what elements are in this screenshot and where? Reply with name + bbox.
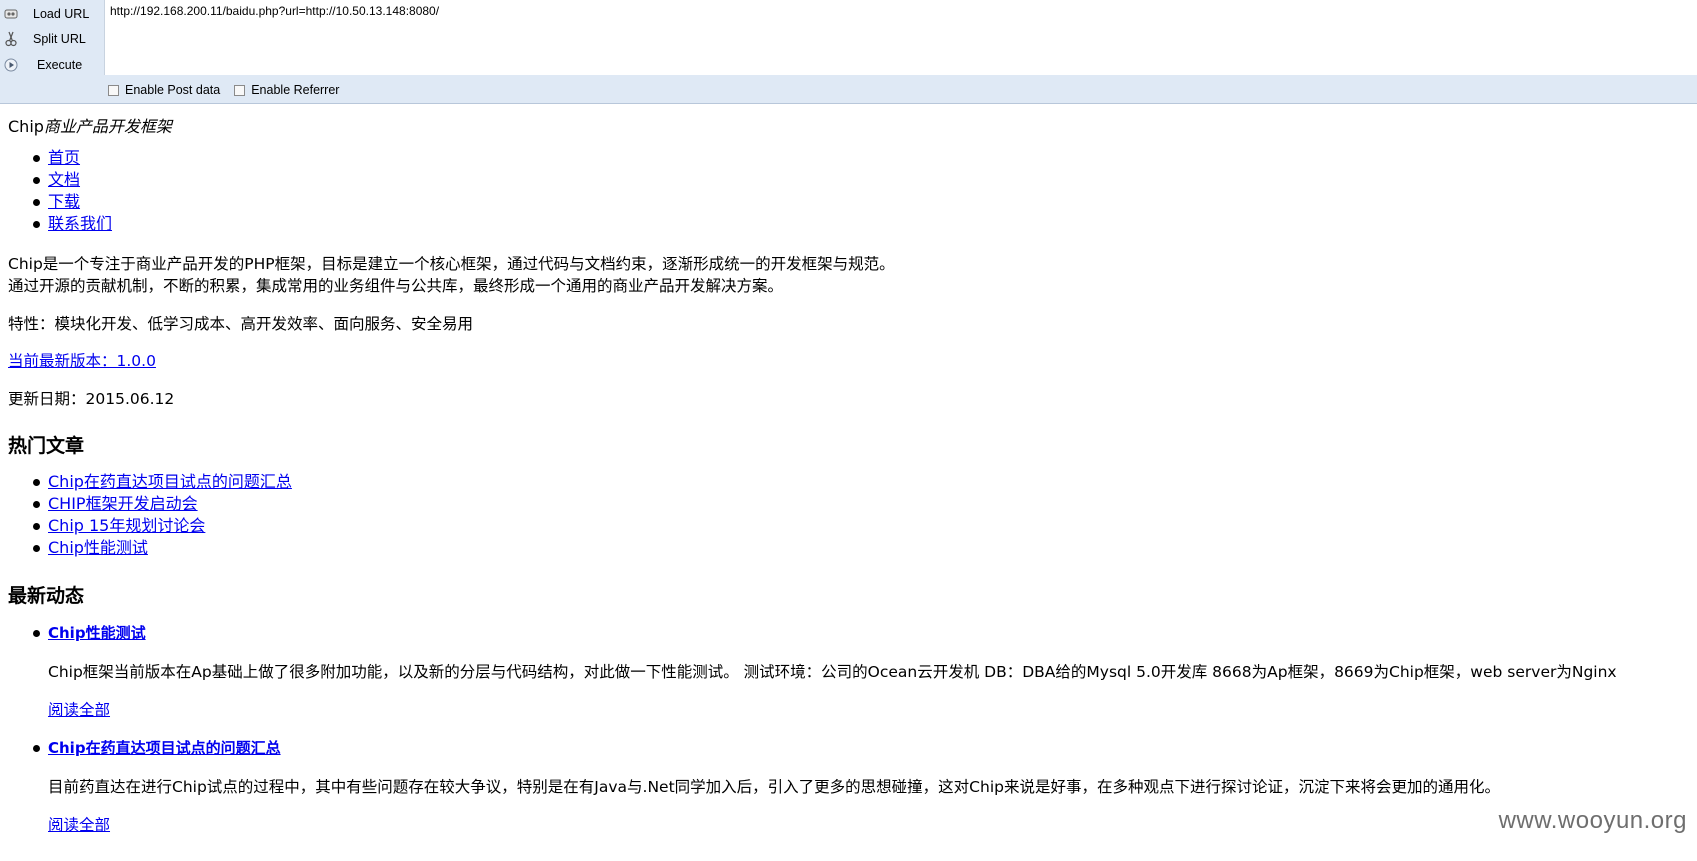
nav-item-contact: 联系我们: [8, 213, 112, 235]
site-title: Chip商业产品开发框架: [8, 113, 172, 137]
nav-item-download: 下载: [8, 191, 112, 213]
split-url-button[interactable]: Split URL: [0, 27, 104, 51]
load-url-icon: [3, 6, 19, 22]
latest-news-list: Chip性能测试 Chip框架当前版本在Ap基础上做了很多附加功能，以及新的分层…: [8, 621, 1688, 861]
read-more-link[interactable]: 阅读全部: [48, 813, 110, 835]
news-item: Chip性能测试 Chip框架当前版本在Ap基础上做了很多附加功能，以及新的分层…: [8, 621, 1688, 746]
main-nav: 首页 文档 下载 联系我们: [8, 147, 112, 235]
nav-link-contact[interactable]: 联系我们: [48, 214, 112, 233]
list-item: Chip性能测试: [8, 537, 292, 559]
load-url-label: Load URL: [33, 7, 89, 21]
news-title-link[interactable]: Chip性能测试: [48, 621, 146, 645]
checkbox-box[interactable]: [234, 85, 245, 96]
enable-post-data-label: Enable Post data: [125, 83, 220, 97]
nav-link-home[interactable]: 首页: [48, 148, 80, 167]
hot-article-link[interactable]: Chip在药直达项目试点的问题汇总: [48, 472, 292, 491]
update-date: 更新日期：2015.06.12: [8, 388, 174, 410]
list-item: CHIP框架开发启动会: [8, 493, 292, 515]
hot-article-link[interactable]: CHIP框架开发启动会: [48, 494, 198, 513]
url-textarea[interactable]: http://192.168.200.11/baidu.php?url=http…: [104, 0, 1697, 75]
enable-referrer-label: Enable Referrer: [251, 83, 339, 97]
enable-post-data-checkbox[interactable]: Enable Post data: [108, 83, 220, 97]
hot-article-link[interactable]: Chip性能测试: [48, 538, 148, 557]
load-url-button[interactable]: Load URL: [0, 2, 104, 26]
execute-button[interactable]: Execute: [0, 53, 104, 77]
read-more-link[interactable]: 阅读全部: [48, 698, 110, 720]
enable-referrer-checkbox[interactable]: Enable Referrer: [234, 83, 339, 97]
hot-articles-list: Chip在药直达项目试点的问题汇总 CHIP框架开发启动会 Chip 15年规划…: [8, 471, 292, 559]
scissors-icon: [3, 31, 19, 47]
hackbar-options: Enable Post data Enable Referrer: [108, 81, 353, 99]
news-item: Chip在药直达项目试点的问题汇总 目前药直达在进行Chip试点的过程中，其中有…: [8, 736, 1688, 861]
site-title-brand: Chip: [8, 117, 44, 136]
intro-line-1: Chip是一个专注于商业产品开发的PHP框架，目标是建立一个核心框架，通过代码与…: [8, 253, 895, 275]
news-title-link[interactable]: Chip在药直达项目试点的问题汇总: [48, 736, 281, 760]
execute-label: Execute: [37, 58, 82, 72]
nav-link-download[interactable]: 下载: [48, 192, 80, 211]
bullet-icon: [33, 630, 40, 637]
features-text: 特性：模块化开发、低学习成本、高开发效率、面向服务、安全易用: [8, 313, 473, 335]
checkbox-box[interactable]: [108, 85, 119, 96]
news-summary: 目前药直达在进行Chip试点的过程中，其中有些问题存在较大争议，特别是在有Jav…: [48, 776, 1500, 798]
hackbar-toolbar: Load URL Split URL Execute http://192.16…: [0, 0, 1697, 104]
news-summary: Chip框架当前版本在Ap基础上做了很多附加功能，以及新的分层与代码结构，对此做…: [48, 661, 1617, 683]
intro-line-2: 通过开源的贡献机制，不断的积累，集成常用的业务组件与公共库，最终形成一个通用的商…: [8, 275, 895, 297]
version-paragraph: 当前最新版本：1.0.0: [8, 350, 156, 372]
intro-paragraph: Chip是一个专注于商业产品开发的PHP框架，目标是建立一个核心框架，通过代码与…: [8, 253, 895, 297]
watermark: www.wooyun.org: [1499, 807, 1687, 835]
play-icon: [3, 57, 19, 73]
nav-item-home: 首页: [8, 147, 112, 169]
version-link[interactable]: 当前最新版本：1.0.0: [8, 352, 156, 370]
bullet-icon: [33, 745, 40, 752]
hot-articles-heading: 热门文章: [8, 431, 84, 458]
split-url-label: Split URL: [33, 32, 86, 46]
nav-link-docs[interactable]: 文档: [48, 170, 80, 189]
latest-news-heading: 最新动态: [8, 581, 84, 608]
site-title-tagline: 商业产品开发框架: [44, 117, 172, 136]
hackbar-buttons: Load URL Split URL Execute: [0, 0, 104, 76]
nav-item-docs: 文档: [8, 169, 112, 191]
list-item: Chip 15年规划讨论会: [8, 515, 292, 537]
list-item: Chip在药直达项目试点的问题汇总: [8, 471, 292, 493]
hot-article-link[interactable]: Chip 15年规划讨论会: [48, 516, 205, 535]
